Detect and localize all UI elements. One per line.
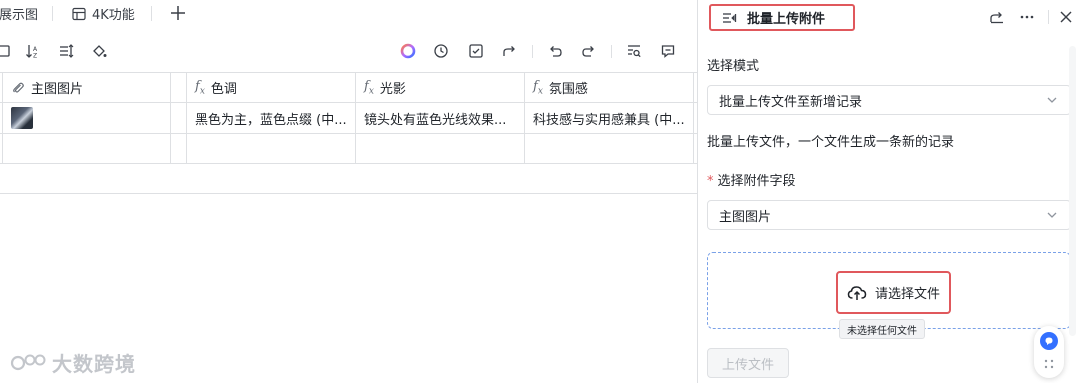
column-header-label: 色调 bbox=[210, 82, 237, 97]
floating-assistant-widget[interactable] bbox=[1034, 326, 1064, 378]
formula-icon: fx bbox=[533, 78, 543, 97]
no-file-tooltip: 未选择任何文件 bbox=[839, 319, 925, 339]
formula-icon: fx bbox=[195, 78, 205, 97]
add-view-icon[interactable] bbox=[169, 4, 187, 22]
row-height-icon[interactable] bbox=[57, 42, 75, 60]
column-header-label: 光影 bbox=[379, 82, 406, 97]
view-toolbar: AZ bbox=[0, 36, 697, 66]
frozen-column-divider bbox=[171, 134, 187, 163]
collapse-panel-icon[interactable] bbox=[721, 10, 737, 26]
required-mark: * bbox=[707, 174, 714, 189]
toolbar-divider bbox=[532, 45, 533, 58]
lighting-cell[interactable]: 镜头处有蓝色光线效果... bbox=[356, 103, 525, 133]
atmosphere-cell[interactable] bbox=[525, 134, 694, 163]
panel-header: 批量上传附件 bbox=[698, 0, 1080, 36]
attachment-field-value: 主图图片 bbox=[719, 209, 772, 225]
svg-text:Z: Z bbox=[33, 53, 37, 60]
watermark-logo-icon bbox=[10, 354, 46, 370]
mode-description: 批量上传文件，一个文件生成一条新的记录 bbox=[707, 135, 955, 150]
grid-table-icon bbox=[72, 7, 86, 20]
grid-footer-line bbox=[0, 193, 697, 194]
column-header-lighting[interactable]: fx 光影 bbox=[356, 73, 525, 102]
table-row[interactable]: 黑色为主，蓝色点缀 (中... 镜头处有蓝色光线效果... 科技感与实用感兼具 … bbox=[0, 103, 697, 134]
share-panel-icon[interactable] bbox=[988, 8, 1006, 26]
view-tabs: 展示图 4K功能 bbox=[0, 0, 697, 27]
watermark-text: 大数跨境 bbox=[52, 352, 136, 376]
panel-title: 批量上传附件 bbox=[747, 12, 826, 27]
field-label-row: * 选择附件字段 bbox=[707, 170, 796, 189]
more-options-icon[interactable] bbox=[1018, 8, 1036, 26]
main-image-cell[interactable] bbox=[3, 103, 171, 133]
tab-divider bbox=[52, 6, 53, 21]
column-header-label: 氛围感 bbox=[548, 82, 588, 97]
upload-file-button[interactable]: 上传文件 bbox=[707, 348, 789, 378]
tab-showcase-label: 展示图 bbox=[0, 8, 39, 23]
choose-file-button[interactable]: 请选择文件 bbox=[836, 271, 951, 314]
mode-select[interactable]: 批量上传文件至新增记录 bbox=[707, 85, 1071, 115]
image-thumbnail[interactable] bbox=[11, 107, 33, 129]
drag-handle-icon[interactable] bbox=[1042, 359, 1056, 369]
find-icon[interactable] bbox=[625, 42, 643, 60]
sort-icon[interactable]: AZ bbox=[24, 42, 42, 60]
main-image-cell[interactable] bbox=[3, 134, 171, 163]
undo-icon[interactable] bbox=[546, 42, 564, 60]
history-icon[interactable] bbox=[432, 42, 450, 60]
column-header-atmosphere[interactable]: fx 氛围感 bbox=[525, 73, 694, 102]
table-view: 展示图 4K功能 AZ 主图图片 fx 色调 fx 光影 fx 氛围感 黑色为主… bbox=[0, 0, 697, 383]
frozen-column-divider bbox=[171, 73, 187, 102]
panel-title-highlight: 批量上传附件 bbox=[709, 4, 855, 31]
redo-icon[interactable] bbox=[580, 42, 598, 60]
tone-cell[interactable] bbox=[187, 134, 356, 163]
table-header-row: 主图图片 fx 色调 fx 光影 fx 氛围感 bbox=[0, 72, 697, 103]
lighting-cell[interactable] bbox=[356, 134, 525, 163]
chevron-down-icon bbox=[1047, 212, 1057, 218]
upload-drop-zone[interactable]: 请选择文件 bbox=[707, 252, 1071, 329]
tab-divider bbox=[151, 6, 152, 21]
column-header-tone[interactable]: fx 色调 bbox=[187, 73, 356, 102]
tone-cell[interactable]: 黑色为主，蓝色点缀 (中... bbox=[187, 103, 356, 133]
choose-file-label: 请选择文件 bbox=[874, 287, 940, 302]
column-header-label: 主图图片 bbox=[31, 82, 84, 97]
column-header-main-image[interactable]: 主图图片 bbox=[3, 73, 171, 102]
tab-4k-features-label: 4K功能 bbox=[92, 8, 135, 23]
table-row-empty[interactable] bbox=[0, 134, 697, 164]
tab-4k-features[interactable]: 4K功能 bbox=[72, 0, 135, 27]
ai-assistant-icon[interactable] bbox=[399, 42, 417, 60]
header-divider bbox=[1048, 10, 1049, 24]
mode-label: 选择模式 bbox=[707, 59, 760, 74]
formula-icon: fx bbox=[364, 78, 374, 97]
batch-upload-panel: 批量上传附件 选择模式 批量上传文件至新增记录 批量上传文件，一个文件生成一条新… bbox=[697, 0, 1080, 383]
attachment-icon bbox=[13, 82, 24, 93]
close-icon[interactable] bbox=[1057, 8, 1075, 26]
checklist-icon[interactable] bbox=[467, 42, 485, 60]
share-icon[interactable] bbox=[501, 42, 519, 60]
assistant-icon[interactable] bbox=[1040, 332, 1058, 350]
chevron-down-icon bbox=[1047, 97, 1057, 103]
mode-select-value: 批量上传文件至新增记录 bbox=[719, 94, 863, 110]
atmosphere-cell[interactable]: 科技感与实用感兼具 (中... bbox=[525, 103, 694, 133]
attachment-field-select[interactable]: 主图图片 bbox=[707, 200, 1071, 230]
field-label: 选择附件字段 bbox=[717, 174, 796, 189]
frozen-column-divider bbox=[171, 103, 187, 133]
tab-showcase[interactable]: 展示图 bbox=[0, 0, 38, 27]
watermark: 大数跨境 bbox=[10, 348, 136, 377]
panel-scrollbar[interactable] bbox=[1069, 46, 1076, 336]
toolbar-divider bbox=[611, 45, 612, 58]
group-icon[interactable] bbox=[0, 42, 12, 60]
comment-icon[interactable] bbox=[659, 42, 677, 60]
fill-color-icon[interactable] bbox=[90, 42, 108, 60]
cloud-upload-icon bbox=[847, 285, 867, 300]
